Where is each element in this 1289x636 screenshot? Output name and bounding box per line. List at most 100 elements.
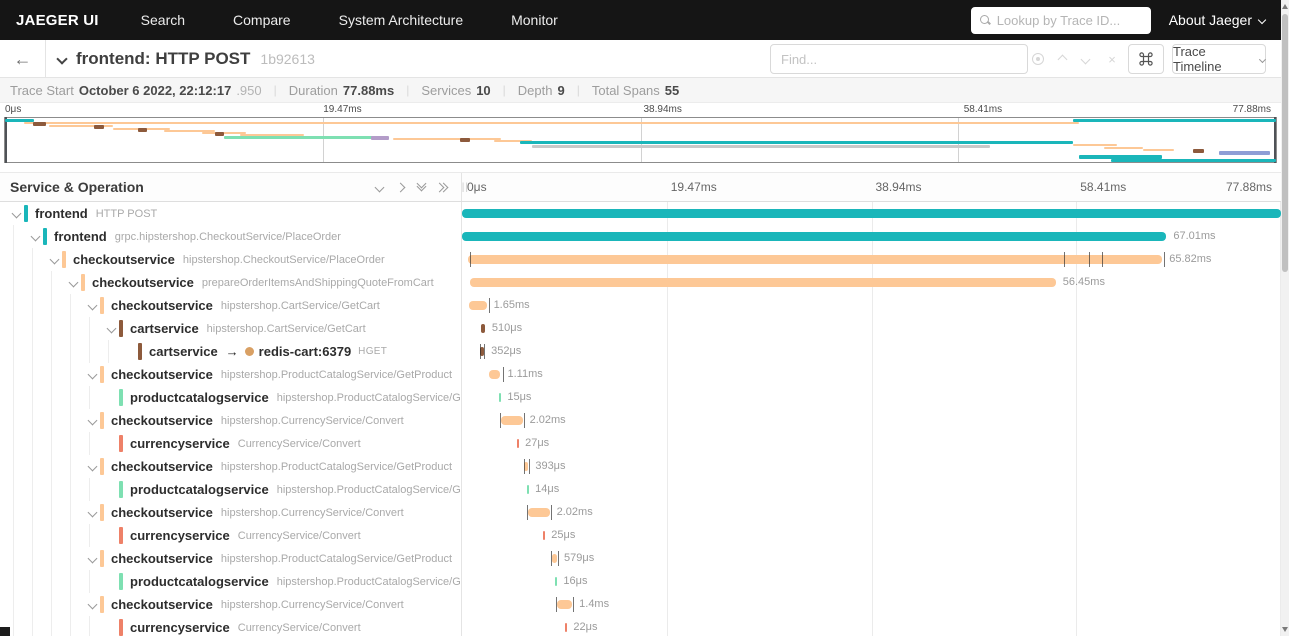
vertical-scrollbar[interactable]	[1281, 0, 1289, 636]
peer-arrow-icon: →	[225, 344, 239, 359]
expand-all-icon[interactable]	[434, 182, 449, 192]
row-chevron-down-icon[interactable]	[85, 369, 100, 380]
view-selector-button[interactable]: Trace Timeline	[1172, 44, 1267, 74]
indent-guide	[70, 524, 71, 547]
tree-row[interactable]: frontend HTTP POST	[0, 202, 461, 225]
collapse-one-icon[interactable]	[374, 182, 385, 192]
collapse-all-icon[interactable]	[416, 178, 427, 192]
span-bar[interactable]	[557, 600, 573, 609]
tree-row[interactable]: currencyservice CurrencyService/Convert	[0, 524, 461, 547]
back-button[interactable]: ←	[0, 40, 46, 78]
previous-match-icon[interactable]	[1057, 54, 1068, 64]
nav-item-compare[interactable]: Compare	[209, 0, 315, 40]
tree-row[interactable]: checkoutservice hipstershop.ProductCatalo…	[0, 363, 461, 386]
minimap-gridline	[322, 118, 324, 162]
span-bar[interactable]	[470, 278, 1056, 287]
tree-row[interactable]: checkoutservice hipstershop.ProductCatalo…	[0, 455, 461, 478]
tree-row[interactable]: currencyservice CurrencyService/Convert	[0, 616, 461, 636]
find-input[interactable]	[781, 51, 1017, 67]
clear-find-icon[interactable]: ×	[1104, 52, 1120, 67]
span-bar[interactable]	[565, 623, 568, 632]
row-chevron-down-icon[interactable]	[47, 254, 62, 265]
row-chevron-down-icon[interactable]	[85, 415, 100, 426]
span-bar[interactable]	[469, 301, 487, 310]
span-bar[interactable]	[462, 209, 1281, 218]
collapse-trace-chevron-icon[interactable]	[56, 53, 68, 65]
row-chevron-down-icon[interactable]	[85, 461, 100, 472]
span-bar[interactable]	[480, 324, 485, 333]
scrollbar-up-arrow-icon[interactable]	[1282, 4, 1288, 9]
tree-row[interactable]: frontend grpc.hipstershop.CheckoutService…	[0, 225, 461, 248]
span-log-tick	[488, 298, 490, 313]
span-bar[interactable]	[501, 416, 523, 425]
tree-row[interactable]: checkoutservice hipstershop.CartService/G…	[0, 294, 461, 317]
expand-one-icon[interactable]	[395, 182, 406, 192]
service-name: currencyservice	[130, 436, 230, 451]
row-chevron-down-icon[interactable]	[85, 553, 100, 564]
indent-guide	[32, 455, 33, 478]
row-chevron-down-icon[interactable]	[85, 300, 100, 311]
span-bar[interactable]	[462, 232, 1167, 241]
tree-row[interactable]: productcatalogservice hipstershop.Product…	[0, 478, 461, 501]
summary-value: 9	[557, 82, 565, 98]
about-jaeger-menu[interactable]: About Jaeger	[1169, 12, 1267, 28]
span-duration-label: 579μs	[564, 552, 595, 564]
indent-guide	[13, 363, 14, 386]
tree-row[interactable]: checkoutservice hipstershop.CurrencyServi…	[0, 409, 461, 432]
minimap-span-segment	[138, 128, 148, 132]
nav-item-search[interactable]: Search	[117, 0, 209, 40]
tree-row[interactable]: productcatalogservice hipstershop.Product…	[0, 570, 461, 593]
tree-row[interactable]: checkoutservice hipstershop.CurrencyServi…	[0, 501, 461, 524]
service-name: currencyservice	[130, 620, 230, 635]
span-row: 1.65ms	[462, 294, 1281, 317]
span-duration-label: 1.11ms	[507, 368, 543, 380]
tree-row[interactable]: checkoutservice hipstershop.ProductCatalo…	[0, 547, 461, 570]
span-bar[interactable]	[528, 508, 550, 517]
trace-detail-area: frontend HTTP POST frontend grpc.hipstersho…	[0, 202, 1281, 636]
minimap-left-scrubber[interactable]	[5, 117, 7, 163]
row-chevron-down-icon[interactable]	[9, 208, 24, 219]
tree-row[interactable]: productcatalogservice hipstershop.Product…	[0, 386, 461, 409]
tree-row[interactable]: checkoutservice hipstershop.CheckoutServi…	[0, 248, 461, 271]
scrollbar-thumb[interactable]	[1282, 14, 1288, 272]
span-bar[interactable]	[526, 485, 529, 494]
row-chevron-down-icon[interactable]	[104, 323, 119, 334]
row-chevron-down-icon[interactable]	[85, 599, 100, 610]
minimap-right-scrubber[interactable]	[1274, 117, 1276, 163]
focus-match-icon[interactable]	[1032, 53, 1044, 65]
scrollbar-down-arrow-icon[interactable]	[1282, 627, 1288, 632]
trace-lookup-input[interactable]	[996, 12, 1142, 28]
app-logo[interactable]: JAEGER UI	[0, 12, 117, 29]
tree-row[interactable]: cartservice hipstershop.CartService/GetCa…	[0, 317, 461, 340]
tree-row[interactable]: checkoutservice prepareOrderItemsAndShipp…	[0, 271, 461, 294]
nav-item-system-architecture[interactable]: System Architecture	[315, 0, 488, 40]
operation-name: CurrencyService/Convert	[237, 621, 361, 634]
indent-guide	[70, 478, 71, 501]
summary-separator: |	[576, 83, 580, 97]
minimap-canvas[interactable]	[4, 117, 1277, 163]
span-bar[interactable]	[516, 439, 519, 448]
span-bar[interactable]	[498, 393, 501, 402]
tree-row[interactable]: currencyservice CurrencyService/Convert	[0, 432, 461, 455]
span-bar[interactable]	[552, 554, 557, 563]
span-bar[interactable]	[489, 370, 501, 379]
span-bar[interactable]	[543, 531, 546, 540]
keyboard-command-icon	[1139, 52, 1153, 66]
keyboard-shortcuts-button[interactable]	[1128, 44, 1164, 74]
span-bar[interactable]	[554, 577, 557, 586]
row-chevron-down-icon[interactable]	[85, 507, 100, 518]
span-bar[interactable]	[467, 255, 1163, 264]
row-chevron-down-icon[interactable]	[28, 231, 43, 242]
minimap-span-segment	[1193, 149, 1204, 153]
indent-guide	[89, 340, 90, 363]
find-box[interactable]	[770, 44, 1028, 74]
trace-lookup-box[interactable]	[970, 6, 1151, 34]
tree-row[interactable]: cartservice → redis-cart:6379 HGET	[0, 340, 461, 363]
next-match-icon[interactable]	[1080, 54, 1091, 64]
row-chevron-down-icon[interactable]	[66, 277, 81, 288]
span-log-tick	[555, 597, 557, 612]
tree-row[interactable]: checkoutservice hipstershop.CurrencyServi…	[0, 593, 461, 616]
nav-item-monitor[interactable]: Monitor	[487, 0, 582, 40]
span-duration-label: 393μs	[535, 460, 566, 472]
span-bar[interactable]	[524, 462, 529, 471]
